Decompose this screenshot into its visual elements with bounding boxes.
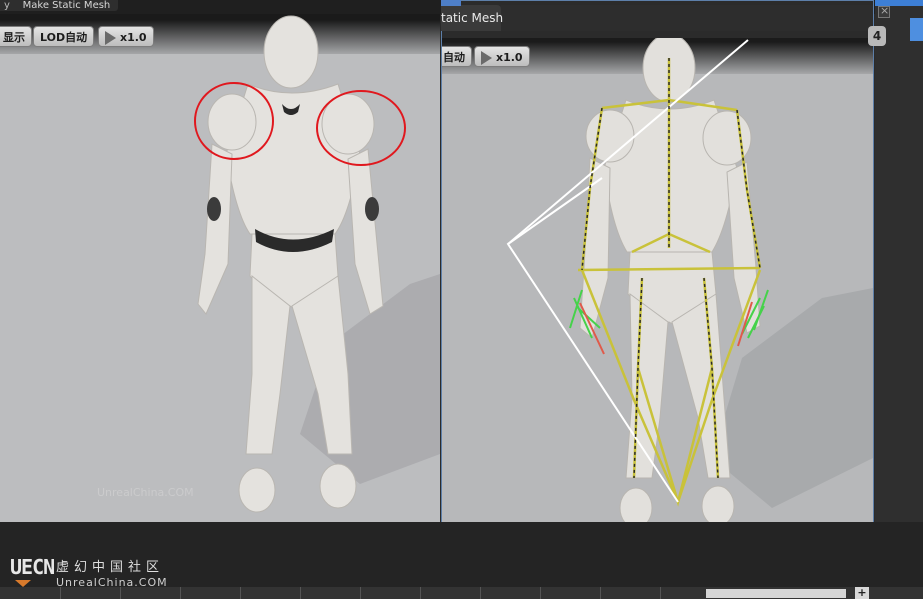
timeline-cell bbox=[180, 587, 181, 599]
details-panel-edge bbox=[875, 0, 923, 599]
viewport-watermark: UnrealChina.COM bbox=[97, 486, 194, 499]
right-tab-accent bbox=[441, 0, 461, 6]
mannequin-foot-left bbox=[319, 463, 357, 509]
timeline-cell bbox=[300, 587, 301, 599]
left-tab-glyph: y bbox=[4, 0, 23, 11]
timeline-cell bbox=[360, 587, 361, 599]
right-viewport[interactable]: 自动 x1.0 bbox=[442, 38, 873, 546]
logo-mark: UECN bbox=[10, 555, 55, 579]
viewport-layout-badge[interactable]: 4 bbox=[868, 26, 886, 46]
logo-chinese-text: 虚幻中国社区 bbox=[56, 560, 165, 575]
timeline-cell bbox=[240, 587, 241, 599]
right-viewport-tab-title: tatic Mesh bbox=[441, 11, 504, 25]
skeleton-shadow bbox=[712, 288, 873, 508]
details-panel-tab[interactable] bbox=[910, 18, 923, 41]
skeleton-mesh-shoulder-right bbox=[585, 109, 635, 163]
timeline-scrollbar[interactable] bbox=[706, 589, 846, 598]
timeline-cell bbox=[660, 587, 661, 599]
add-button[interactable]: + bbox=[855, 587, 869, 599]
timeline-cell bbox=[600, 587, 601, 599]
timeline-cell bbox=[540, 587, 541, 599]
mannequin-foot-right bbox=[238, 467, 276, 513]
left-tab[interactable]: y Make Static Mesh bbox=[0, 0, 119, 11]
left-tab-title: Make Static Mesh bbox=[22, 0, 111, 11]
logo-triangle-icon bbox=[15, 580, 31, 587]
close-icon[interactable] bbox=[878, 4, 890, 18]
mannequin-arm-right bbox=[197, 143, 233, 315]
skeleton-mesh-foot-left bbox=[701, 485, 735, 527]
right-viewport-titlebar bbox=[501, 5, 873, 31]
skeleton-mesh-leg-left bbox=[671, 293, 731, 479]
mannequin-leg-right bbox=[245, 274, 291, 455]
mannequin-preview bbox=[194, 15, 440, 513]
mannequin-shoulder-right bbox=[207, 93, 257, 151]
logo-english-text: UnrealChina.COM bbox=[56, 576, 168, 589]
left-viewport[interactable]: 显示 LOD自动 x1.0 UnrealChina.COM bbox=[0, 14, 440, 522]
timeline-cell bbox=[420, 587, 421, 599]
mannequin-arm-left bbox=[347, 148, 384, 315]
mannequin-elbow-right bbox=[207, 197, 221, 221]
skeleton-preview bbox=[506, 38, 873, 529]
timeline-cell bbox=[480, 587, 481, 599]
mannequin-head bbox=[263, 15, 319, 89]
mannequin-elbow-left bbox=[365, 197, 379, 221]
